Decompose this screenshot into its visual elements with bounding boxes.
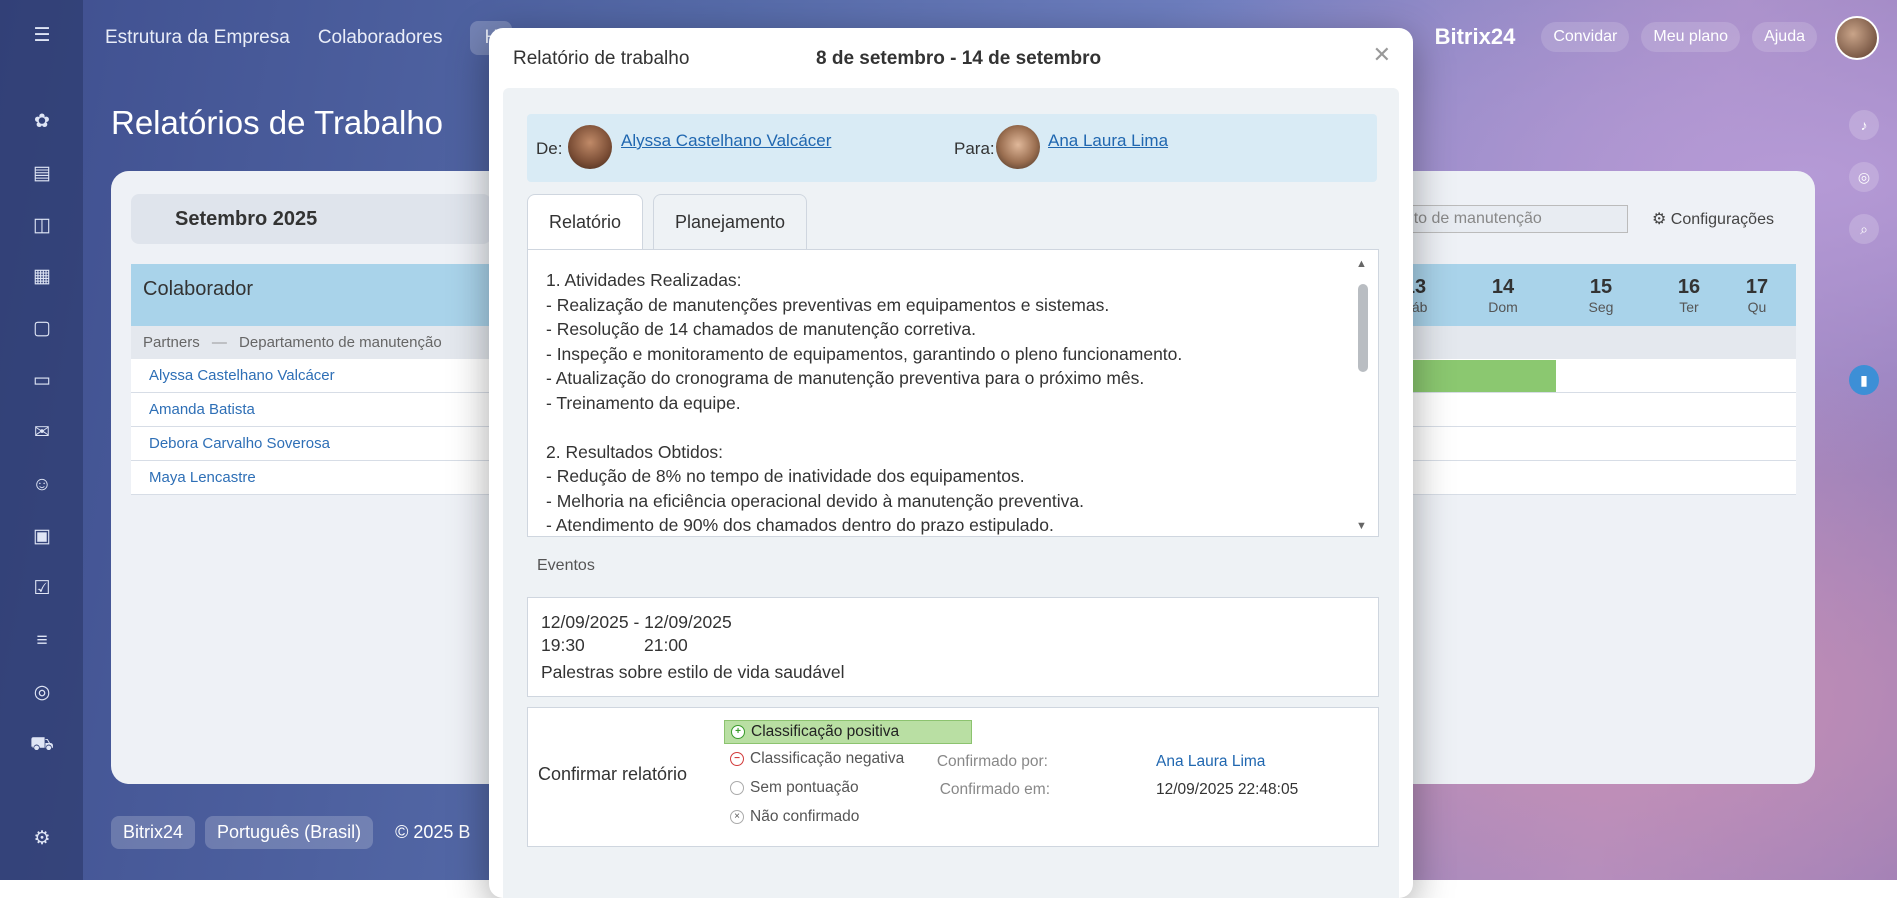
events-box: 12/09/2025 - 12/09/2025 19:30 21:00 Pale… — [527, 597, 1379, 697]
modal-body: De: Alyssa Castelhano Valcácer Para: Ana… — [503, 88, 1399, 898]
language-selector[interactable]: Português (Brasil) — [205, 816, 374, 849]
report-text-area[interactable]: 1. Atividades Realizadas: - Realização d… — [527, 249, 1379, 537]
nav-company-structure[interactable]: Estrutura da Empresa — [105, 27, 290, 49]
day-17: 17 Qu — [1745, 276, 1769, 315]
tasks-icon[interactable]: ▤ — [28, 160, 56, 188]
cross-icon: × — [730, 810, 744, 824]
scrollbar[interactable]: ▲ ▼ — [1356, 258, 1368, 532]
report-period: 8 de setembro - 14 de setembro — [816, 48, 1102, 69]
day-14: 14 Dom — [1488, 276, 1518, 315]
to-name-link[interactable]: Ana Laura Lima — [1048, 131, 1168, 151]
confirm-report-box: Confirmar relatório + Classificação posit… — [527, 707, 1379, 847]
month-selector: Setembro 2025 — [131, 194, 491, 244]
day-15: 15 Seg — [1588, 276, 1614, 315]
layers-icon[interactable]: ≡ — [28, 627, 56, 655]
help-button[interactable]: Ajuda — [1752, 22, 1817, 52]
option-positive-label: Classificação positiva — [751, 723, 900, 740]
from-name-link[interactable]: Alyssa Castelhano Valcácer — [621, 131, 831, 151]
circle-icon — [730, 781, 744, 795]
month-label[interactable]: Setembro 2025 — [175, 208, 317, 231]
confirmed-at-label: Confirmado em: — [939, 781, 1050, 798]
confirmed-by-label: Confirmado por: — [936, 753, 1048, 770]
modal-header: Relatório de trabalho 8 de setembro - 14… — [489, 28, 1413, 88]
mail-icon[interactable]: ✉ — [28, 419, 56, 447]
bell-icon[interactable]: ♪ — [1849, 110, 1879, 140]
scroll-up-icon[interactable]: ▲ — [1356, 258, 1367, 270]
option-positive[interactable]: + Classificação positiva — [724, 720, 972, 744]
from-to-bar: De: Alyssa Castelhano Valcácer Para: Ana… — [527, 114, 1377, 182]
dept-name[interactable]: Departamento de manutenção — [239, 334, 442, 351]
top-navigation: Estrutura da Empresa Colaboradores H — [105, 20, 513, 56]
option-no-score-label: Sem pontuação — [750, 779, 859, 796]
contacts-icon[interactable]: ☺ — [28, 471, 56, 499]
settings-button[interactable]: ⚙ Configurações — [1652, 209, 1774, 229]
user-avatar[interactable] — [1835, 16, 1879, 60]
scrollbar-thumb[interactable] — [1358, 284, 1368, 372]
from-label: De: — [536, 139, 563, 158]
brand-logo: Bitrix24 — [1434, 24, 1516, 49]
page-title: Relatórios de Trabalho — [111, 104, 444, 141]
drive-icon[interactable]: ▭ — [28, 367, 56, 395]
dept-root[interactable]: Partners — [143, 334, 200, 351]
copilot-icon[interactable]: ◎ — [1849, 162, 1879, 192]
scroll-down-icon[interactable]: ▼ — [1356, 520, 1367, 532]
event-time-start: 19:30 — [541, 635, 585, 655]
my-plan-button[interactable]: Meu plano — [1641, 22, 1741, 52]
plus-icon: + — [731, 725, 745, 739]
tab-planning[interactable]: Planejamento — [653, 194, 807, 249]
confirmed-at-value: 12/09/2025 22:48:05 — [1156, 781, 1299, 798]
settings-label: Configurações — [1670, 211, 1774, 228]
work-report-modal: Relatório de trabalho 8 de setembro - 14… — [489, 28, 1413, 898]
confirm-title: Confirmar relatório — [538, 764, 688, 784]
left-rail: ☰ ✿ ▤ ◫ ▦ ▢ ▭ ✉ ☺ ▣ ☑ ≡ ◎ ⛟ ⚙ — [0, 0, 83, 880]
menu-icon[interactable]: ☰ — [28, 22, 56, 50]
tab-report[interactable]: Relatório — [527, 194, 643, 251]
feed-icon[interactable]: ✿ — [28, 108, 56, 136]
nav-employees[interactable]: Colaboradores — [318, 27, 443, 49]
event-name[interactable]: Palestras sobre estilo de vida saudável — [541, 662, 845, 683]
board-icon[interactable]: ▣ — [28, 523, 56, 551]
column-employee: Colaborador — [143, 278, 254, 300]
document-icon[interactable]: ▢ — [28, 315, 56, 343]
close-icon[interactable]: ✕ — [1373, 42, 1391, 68]
gear-icon[interactable]: ⚙ — [28, 825, 56, 853]
events-title: Eventos — [537, 557, 595, 574]
option-not-confirmed[interactable]: × Não confirmado — [724, 806, 970, 828]
bookmark-icon[interactable]: ▮ — [1849, 365, 1879, 395]
report-text: 1. Atividades Realizadas: - Realização d… — [546, 270, 1183, 535]
event-dates: 12/09/2025 - 12/09/2025 — [541, 612, 732, 632]
invite-button[interactable]: Convidar — [1541, 22, 1630, 52]
top-right-controls: Bitrix24 Convidar Meu plano Ajuda — [1435, 22, 1817, 52]
to-label: Para: — [954, 139, 995, 158]
option-negative-label: Classificação negativa — [750, 750, 905, 767]
chat-icon[interactable]: ◫ — [28, 212, 56, 240]
minus-icon: − — [730, 752, 744, 766]
from-avatar[interactable] — [568, 125, 612, 169]
calendar-icon[interactable]: ▦ — [28, 263, 56, 291]
copyright: © 2025 B — [395, 822, 471, 842]
to-avatar[interactable] — [996, 125, 1040, 169]
modal-title: Relatório de trabalho — [513, 48, 690, 69]
footer: Bitrix24 Português (Brasil) © 2025 B — [111, 816, 482, 849]
search-icon[interactable]: ⌕ — [1849, 214, 1879, 244]
confirmed-by-link[interactable]: Ana Laura Lima — [1156, 753, 1265, 771]
option-not-confirmed-label: Não confirmado — [750, 808, 860, 825]
footer-brand[interactable]: Bitrix24 — [111, 816, 196, 849]
target-icon[interactable]: ◎ — [28, 679, 56, 707]
day-16: 16 Ter — [1677, 276, 1701, 315]
department-filter[interactable]: nento de manutenção — [1380, 205, 1628, 233]
event-time-end: 21:00 — [644, 635, 688, 655]
cart-icon[interactable]: ⛟ — [28, 731, 56, 759]
checklist-icon[interactable]: ☑ — [28, 575, 56, 603]
